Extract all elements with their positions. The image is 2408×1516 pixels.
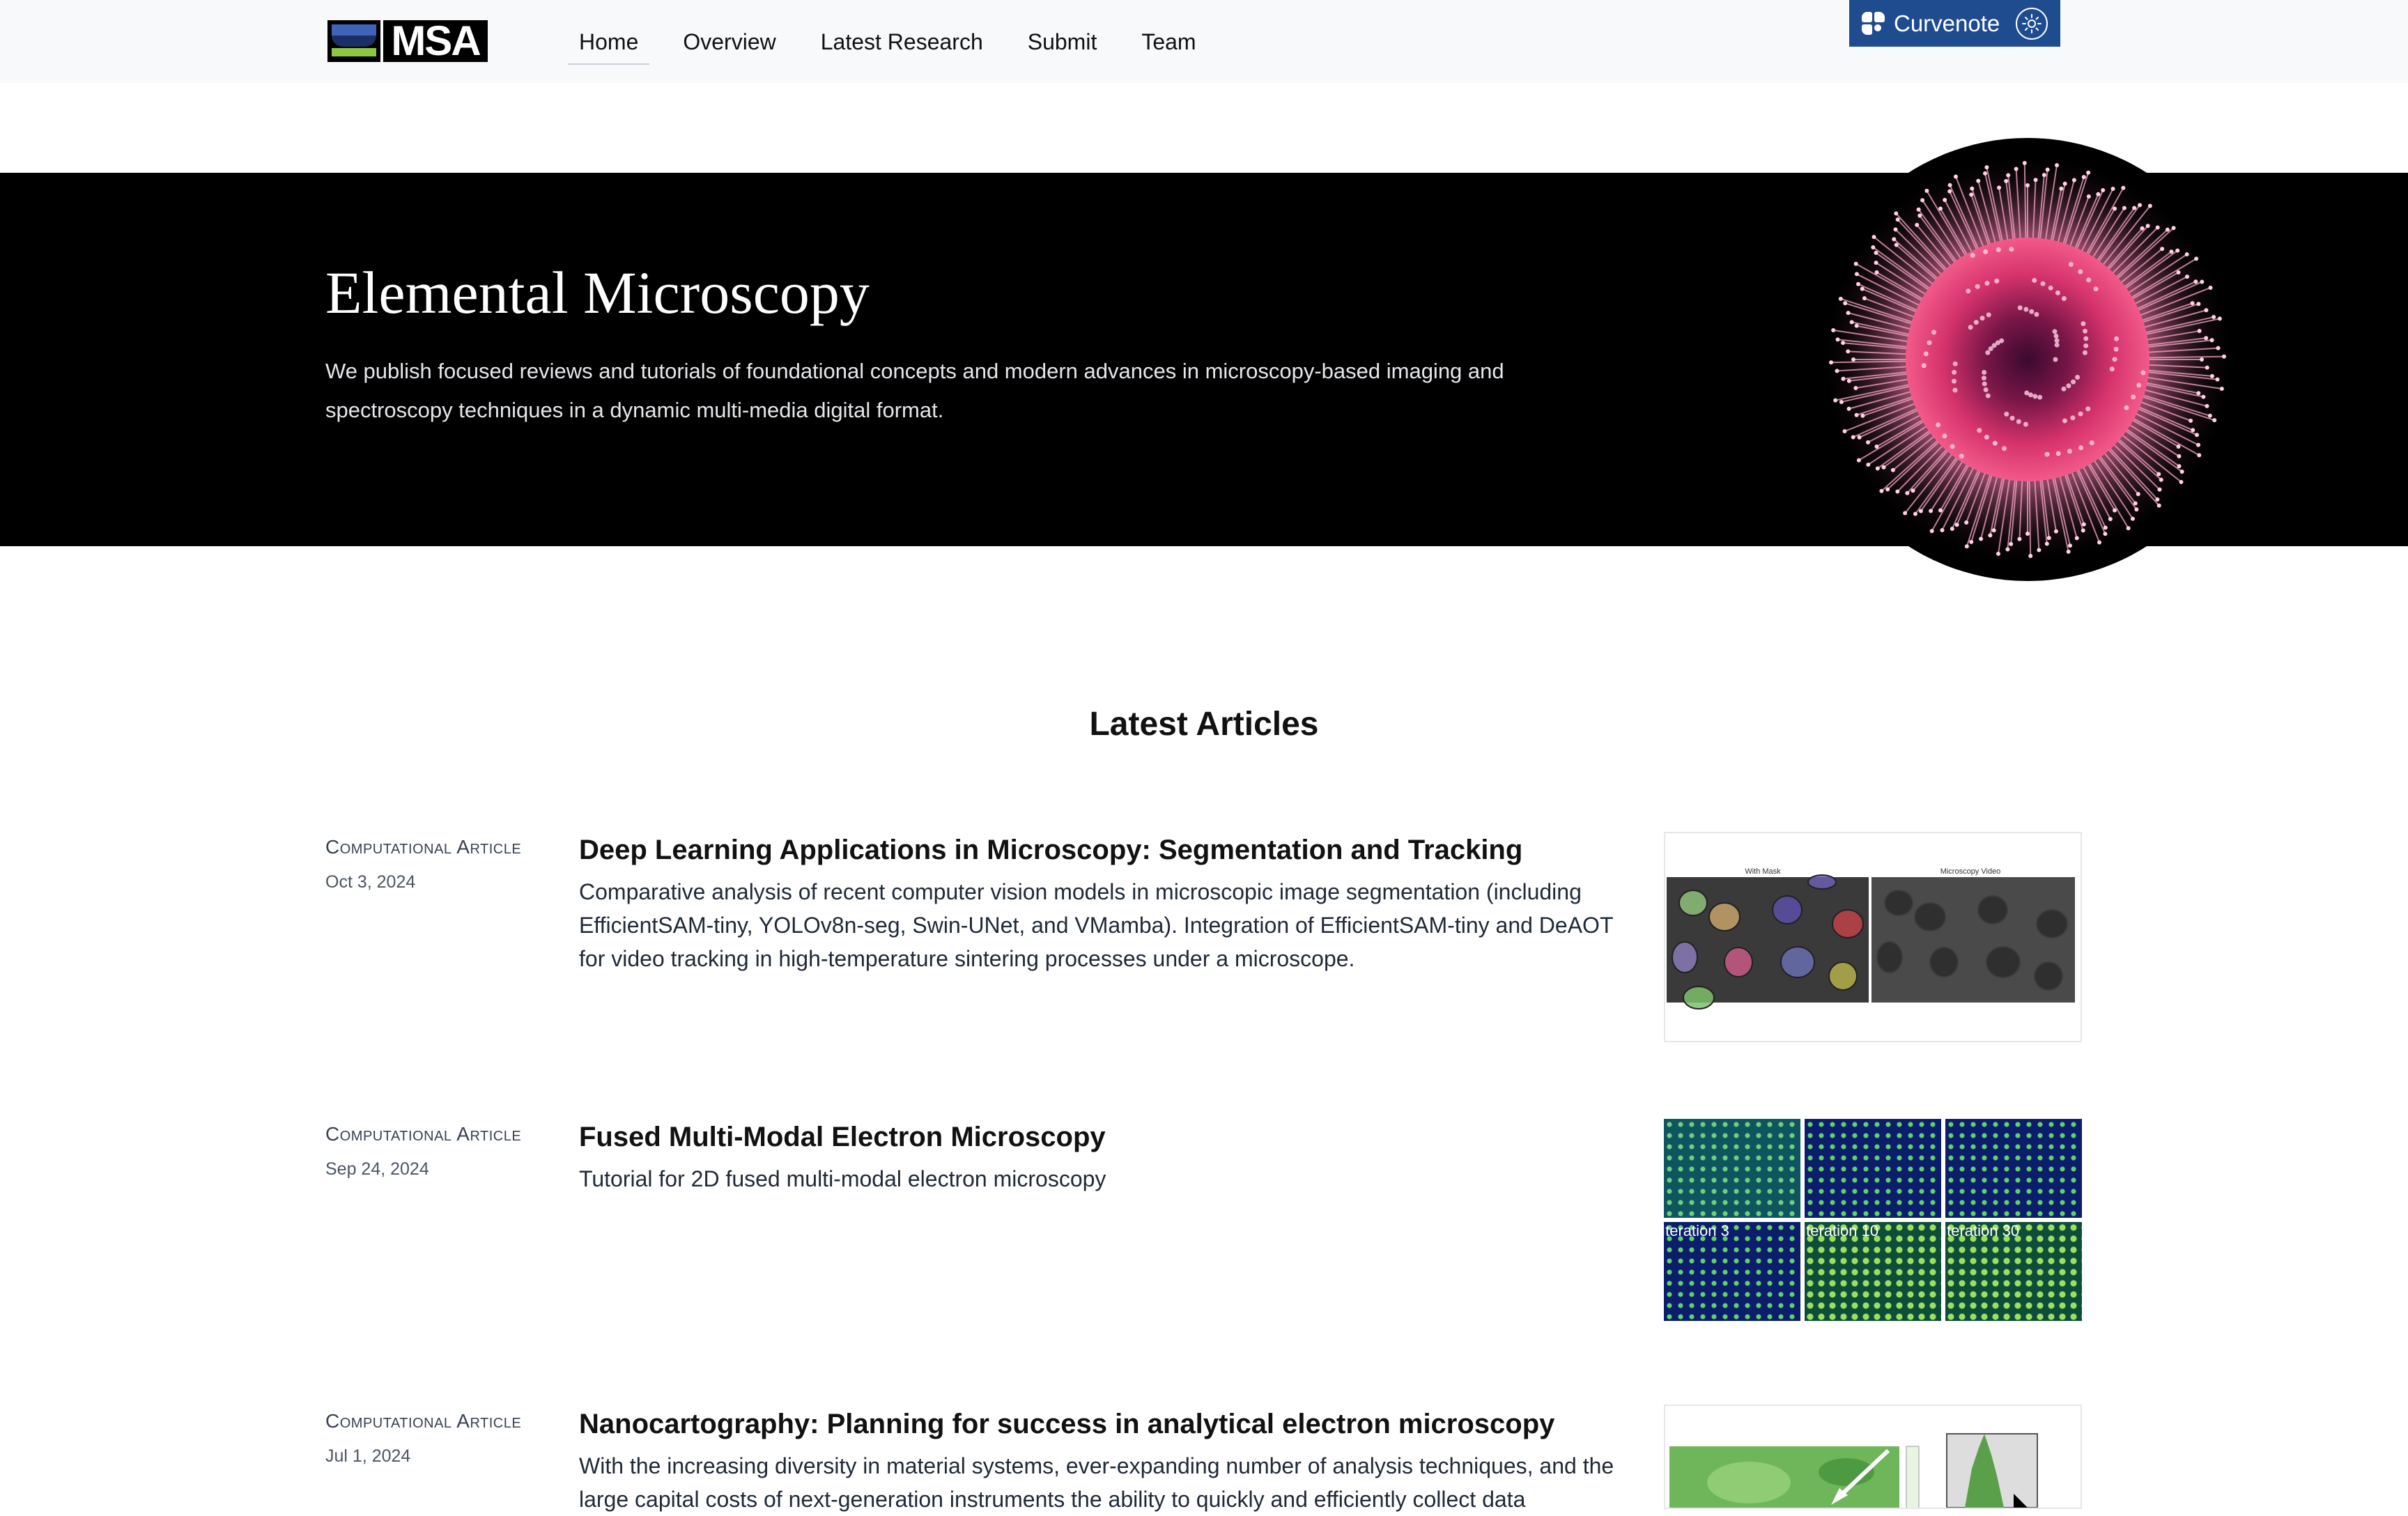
nav-submit[interactable]: Submit: [1005, 21, 1120, 63]
tile-label: Iteration 10: [1802, 1222, 1879, 1239]
nav-team[interactable]: Team: [1119, 21, 1218, 63]
image-tile: Iteration 30: [1943, 1222, 2082, 1321]
nanocartography-preview-image: [1665, 1406, 2081, 1508]
curvenote-button[interactable]: Curvenote: [1849, 0, 2060, 47]
nav-latest-research[interactable]: Latest Research: [798, 21, 1005, 63]
msa-logo-text: MSA: [383, 20, 488, 62]
article-title[interactable]: Nanocartography: Planning for success in…: [579, 1403, 1554, 1445]
image-tile: [1945, 1119, 2082, 1218]
hero-description: We publish focused reviews and tutorials…: [325, 359, 1504, 422]
nav-home[interactable]: Home: [568, 21, 650, 65]
article-date: Oct 3, 2024: [325, 872, 416, 892]
article-thumbnail[interactable]: [1664, 1405, 2082, 1509]
article-kind: Computational Article: [325, 1123, 522, 1145]
image-tile: [1805, 1119, 1941, 1218]
msa-logo-icon: [327, 20, 380, 62]
article-kind: Computational Article: [325, 1410, 522, 1432]
curvenote-logo-icon: [1862, 11, 1885, 36]
segmentation-preview-image: With Mask Microscopy Video: [1665, 833, 2081, 1041]
theme-toggle-sun-icon[interactable]: [2016, 7, 2048, 40]
image-tile: Iteration 3: [1664, 1222, 1800, 1321]
image-tile: [1664, 1119, 1800, 1218]
msa-logo[interactable]: MSA: [327, 20, 488, 62]
hero-microscopy-particle-image: [1806, 138, 2249, 581]
top-navigation: MSA Home Overview Latest Research Submit…: [0, 0, 2408, 83]
nav-overview[interactable]: Overview: [661, 21, 798, 63]
tile-label: Iteration 30: [1943, 1222, 2020, 1239]
thumb-label-microscopy-video: Microscopy Video: [1940, 867, 2001, 876]
tile-label: Iteration 3: [1664, 1222, 1729, 1239]
image-tile: Iteration 10: [1802, 1222, 1941, 1321]
article-kind: Computational Article: [325, 836, 522, 858]
article-date: Jul 1, 2024: [325, 1446, 411, 1466]
thumb-label-with-mask: With Mask: [1745, 867, 1781, 876]
curvenote-label: Curvenote: [1894, 10, 2000, 36]
main-nav: Home Overview Latest Research Submit Tea…: [568, 21, 1219, 65]
article-summary: Comparative analysis of recent computer …: [579, 879, 1613, 971]
article-thumbnail[interactable]: Iteration 3 Iteration 10 Iteration 30: [1664, 1119, 2082, 1326]
reconstruction-iterations-image: Iteration 3 Iteration 10 Iteration 30: [1664, 1119, 2082, 1321]
article-title[interactable]: Deep Learning Applications in Microscopy…: [579, 829, 1522, 871]
article-summary: With the increasing diversity in materia…: [579, 1453, 1614, 1512]
article-summary: Tutorial for 2D fused multi-modal electr…: [579, 1166, 1106, 1191]
hero-title: Elemental Microscopy: [325, 259, 870, 326]
article-title[interactable]: Fused Multi-Modal Electron Microscopy: [579, 1116, 1106, 1158]
article-date: Sep 24, 2024: [325, 1159, 429, 1179]
latest-articles-heading: Latest Articles: [1089, 706, 1319, 743]
article-thumbnail[interactable]: With Mask Microscopy Video: [1664, 832, 2082, 1042]
